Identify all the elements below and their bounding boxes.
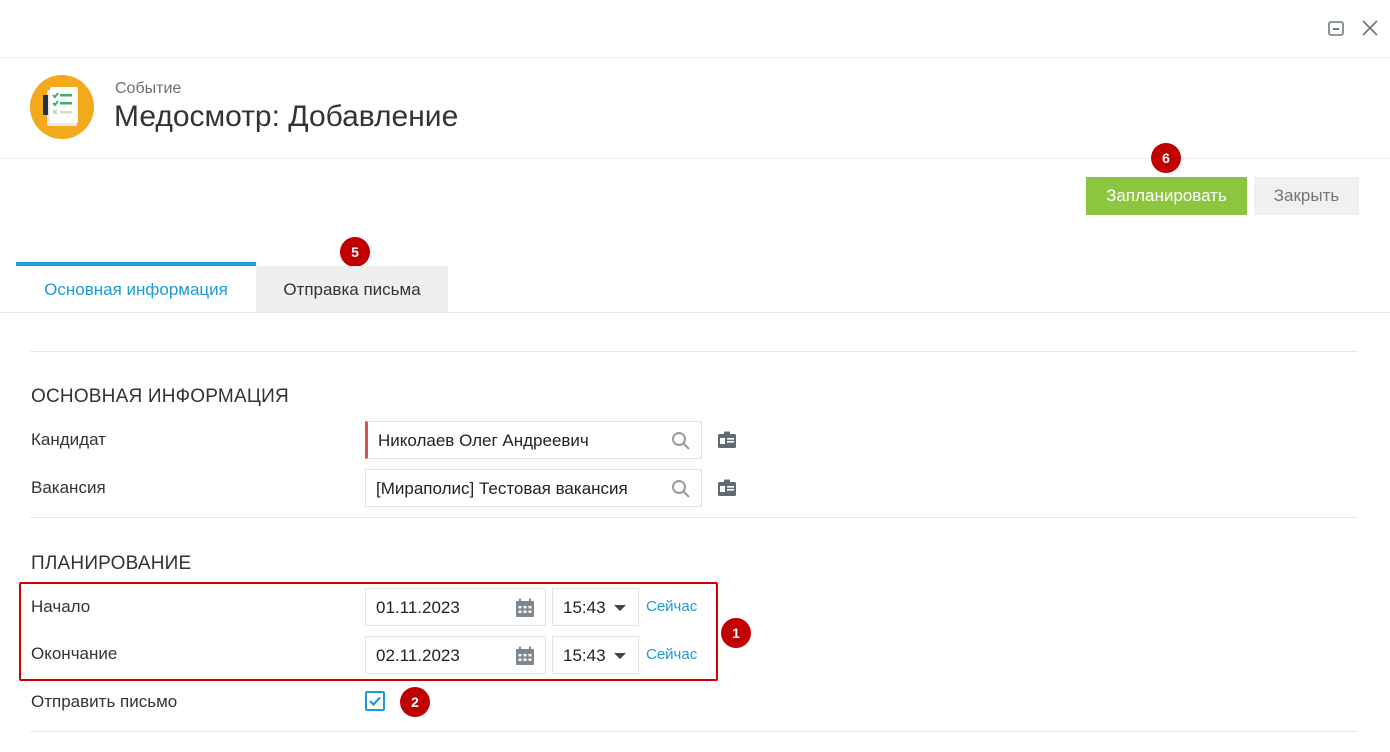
candidate-field[interactable]: Николаев Олег Андреевич (365, 421, 702, 459)
end-now-link[interactable]: Сейчас (646, 646, 697, 663)
window-titlebar (0, 0, 1390, 58)
end-date-value: 02.11.2023 (376, 646, 460, 665)
chevron-down-icon (614, 653, 626, 659)
start-time-select[interactable]: 15:43 (552, 588, 639, 626)
tab-main-info[interactable]: Основная информация (16, 262, 256, 313)
start-label: Начало (31, 597, 91, 616)
section-divider (30, 351, 1358, 352)
page-title: Медосмотр: Добавление (114, 100, 459, 133)
annotation-badge-1: 1 (721, 618, 751, 648)
vacancy-value: [Мираполис] Тестовая вакансия (376, 479, 628, 498)
end-time-select[interactable]: 15:43 (552, 636, 639, 674)
candidate-card-icon[interactable] (717, 431, 737, 449)
calendar-icon[interactable] (515, 646, 535, 666)
section-divider (30, 517, 1358, 518)
page-header: Событие Медосмотр: Добавление (0, 58, 1390, 159)
annotation-badge-6: 6 (1151, 143, 1181, 173)
vacancy-label: Вакансия (31, 478, 106, 497)
tabs-divider (0, 312, 1390, 313)
end-label: Окончание (31, 644, 118, 663)
start-now-link[interactable]: Сейчас (646, 598, 697, 615)
send-mail-checkbox[interactable] (365, 691, 385, 711)
schedule-button[interactable]: Запланировать (1086, 177, 1247, 215)
close-icon[interactable] (1360, 18, 1380, 38)
tab-send-mail[interactable]: Отправка письма (256, 266, 448, 313)
annotation-badge-2: 2 (400, 687, 430, 717)
start-time-value: 15:43 (563, 598, 606, 617)
vacancy-card-icon[interactable] (717, 479, 737, 497)
section-title-planning: ПЛАНИРОВАНИЕ (31, 553, 192, 574)
end-date-field[interactable]: 02.11.2023 (365, 636, 546, 674)
minimize-icon[interactable] (1326, 18, 1346, 38)
calendar-icon[interactable] (515, 598, 535, 618)
send-mail-label: Отправить письмо (31, 692, 178, 711)
page-subtitle: Событие (115, 80, 182, 97)
close-button[interactable]: Закрыть (1254, 177, 1359, 215)
checklist-icon (30, 75, 94, 139)
start-date-value: 01.11.2023 (376, 598, 460, 617)
search-icon[interactable] (671, 431, 691, 451)
start-date-field[interactable]: 01.11.2023 (365, 588, 546, 626)
annotation-badge-5: 5 (340, 237, 370, 267)
section-title-main: ОСНОВНАЯ ИНФОРМАЦИЯ (31, 386, 289, 407)
vacancy-field[interactable]: [Мираполис] Тестовая вакансия (365, 469, 702, 507)
search-icon[interactable] (671, 479, 691, 499)
section-divider (30, 731, 1358, 732)
chevron-down-icon (614, 605, 626, 611)
candidate-label: Кандидат (31, 430, 106, 449)
candidate-value: Николаев Олег Андреевич (378, 431, 589, 450)
end-time-value: 15:43 (563, 646, 606, 665)
